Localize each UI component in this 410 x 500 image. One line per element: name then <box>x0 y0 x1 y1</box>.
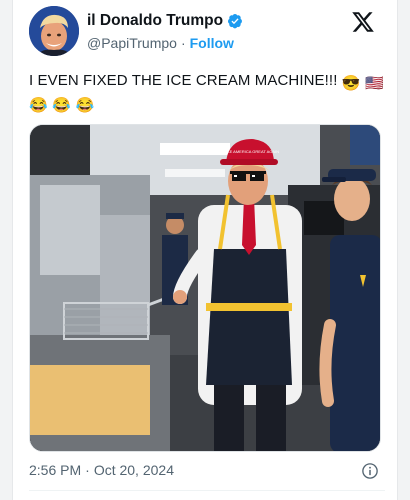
tweet-text-line2: 😂 😂 😂 <box>29 92 389 114</box>
tweet-text-content: I EVEN FIXED THE ICE CREAM MACHINE!!! <box>29 72 338 89</box>
display-name[interactable]: il Donaldo Trumpo <box>87 12 223 30</box>
divider <box>29 490 385 491</box>
info-icon[interactable] <box>361 462 379 480</box>
tweet-card: il Donaldo Trumpo @PapiTrumpo · Follow I… <box>12 0 398 500</box>
kitchen-photo-illustration: MAKE AMERICA GREAT AGAIN <box>30 125 380 451</box>
sunglasses-emoji-icon: 😎 <box>341 75 361 92</box>
tweet-photo[interactable]: MAKE AMERICA GREAT AGAIN <box>29 124 381 452</box>
us-flag-emoji-icon: 🇺🇸 <box>365 75 384 92</box>
avatar-image <box>29 6 79 56</box>
tweet-timestamp[interactable]: 2:56 PM · Oct 20, 2024 <box>29 462 174 478</box>
timestamp-separator: · <box>85 462 90 478</box>
verified-badge-icon <box>228 14 243 29</box>
user-handle[interactable]: @PapiTrumpo <box>87 35 177 51</box>
tweet-date: Oct 20, 2024 <box>93 462 174 478</box>
name-row: il Donaldo Trumpo <box>87 12 243 30</box>
tweet-header: il Donaldo Trumpo @PapiTrumpo · Follow <box>29 6 385 62</box>
handle-row: @PapiTrumpo · Follow <box>87 35 234 51</box>
laughing-emoji-icon: 😂 <box>29 97 48 114</box>
hat-text: MAKE AMERICA GREAT AGAIN <box>221 149 279 154</box>
tweet-text-line1: I EVEN FIXED THE ICE CREAM MACHINE!!! 😎 … <box>29 70 389 92</box>
laughing-emoji-icon: 😂 <box>52 97 72 114</box>
follow-button[interactable]: Follow <box>190 35 234 51</box>
avatar[interactable] <box>29 6 79 56</box>
handle-separator: · <box>180 35 186 51</box>
tweet-text: I EVEN FIXED THE ICE CREAM MACHINE!!! 😎 … <box>29 70 389 114</box>
tweet-time: 2:56 PM <box>29 462 82 478</box>
laughing-emoji-icon: 😂 <box>75 97 95 114</box>
x-logo-icon[interactable] <box>351 10 375 34</box>
